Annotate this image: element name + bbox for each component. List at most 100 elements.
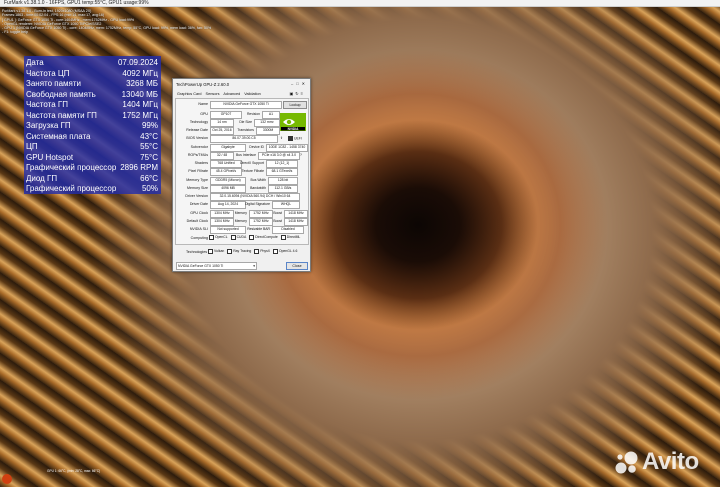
stat-value: 13040 МБ [121, 89, 158, 99]
default-memory-value: 1752 MHz [249, 218, 273, 226]
window-controls: –□✕ [291, 81, 308, 86]
stat-row: Графический процессор 2896 RPM [26, 162, 158, 173]
boost-clock-label: Boost [273, 211, 282, 215]
stat-value: 4092 МГц [122, 68, 158, 78]
stat-label: Графический процессор [26, 163, 117, 172]
share-icon[interactable]: ⇪ [280, 136, 283, 140]
stat-label: GPU Hotspot [26, 152, 74, 162]
technology-item: OpenGL 4.6 [273, 249, 297, 254]
die-size-value: 132 mm² [254, 119, 280, 127]
menu-icon[interactable]: ≡ [301, 91, 305, 96]
release-date-label: Release Date [186, 128, 208, 132]
driver-version-label: Driver Version [185, 194, 208, 198]
stat-row: GPU Hotspot 75°C [26, 152, 158, 163]
directx-label: DirectX Support [240, 161, 264, 165]
close-button[interactable]: Close [286, 262, 308, 270]
stat-value: 75°C [140, 152, 158, 162]
graphics-card-panel: Name NVIDIA GeForce GTX 1050 Ti Lookup G… [175, 98, 309, 245]
stat-label: Системная плата [26, 131, 91, 141]
stat-label: Графический процессор [26, 184, 117, 193]
uefi-label: UEFI [294, 136, 302, 141]
tab-sensors[interactable]: Sensors [206, 92, 220, 96]
stat-value: 1752 МГц [122, 110, 158, 120]
nvidia-sli-value: Not supported [210, 226, 246, 234]
help-icon[interactable]: ? [300, 153, 302, 157]
driver-version-value: 32.0.15.6094 (NVIDIA 560.94) DCH / Win10… [210, 193, 300, 201]
default-clock-value: 1304 MHz [210, 218, 234, 226]
sensor-overlay: Дата 07.09.2024 Частота ЦП 4092 МГц Занято… [24, 56, 161, 194]
driver-date-value: Aug 14, 2024 [210, 201, 246, 209]
bus-interface-label: Bus Interface [236, 153, 256, 157]
nvidia-sli-label: NVIDIA SLI [189, 227, 208, 231]
memory-type-value: GDDR5 (Micron) [210, 177, 246, 185]
transistors-value: 3300M [256, 127, 280, 135]
computing-label: Computing [190, 236, 208, 240]
close-icon[interactable]: ✕ [302, 81, 308, 86]
bus-width-label: Bus Width [250, 178, 266, 182]
gpuz-title: TechPowerUp GPU-Z 2.60.0 [176, 82, 230, 87]
transistors-label: Transistors [237, 128, 254, 132]
osd-line: - GPU 1 (NVIDIA GeForce GTX 1050 Ti) - c… [2, 26, 212, 31]
technology-item: PhysX [254, 249, 270, 254]
tab-advanced[interactable]: Advanced [223, 92, 240, 96]
rops-tmus-label: ROPs/TMUs [187, 153, 208, 157]
die-size-label: Die Size [239, 120, 252, 124]
technology-item: Ray Tracing [227, 249, 251, 254]
gpuz-tabs: Graphics Card Sensors Advanced Validatio… [177, 92, 264, 96]
stat-label: Частота ЦП [26, 68, 70, 78]
technologies-list: Vulkan Ray Tracing PhysX OpenGL 4.6 [208, 249, 299, 254]
bios-version-value: 86.07.39.00.C5 [210, 135, 278, 143]
technology-value: 14 nm [210, 119, 234, 127]
device-id-label: Device ID [249, 145, 264, 149]
computing-item: OpenCL [209, 235, 228, 240]
directx-value: 12 (12_1) [266, 160, 298, 168]
tab-graphics-card[interactable]: Graphics Card [177, 92, 201, 96]
bus-interface-value: PCIe x16 3.0 @ x4 3.0 [258, 152, 300, 160]
stat-row: ЦП 55°C [26, 141, 158, 152]
technologies-label: Technologies [186, 250, 207, 254]
stat-value: 66°C [140, 173, 158, 183]
stat-row: Частота памяти ГП 1752 МГц [26, 110, 158, 121]
subvendor-value: Gigabyte [210, 144, 246, 152]
resizable-bar-value: Disabled [272, 226, 304, 234]
memory-size-value: 4096 MB [210, 185, 246, 193]
memory-size-label: Memory Size [187, 186, 208, 190]
computing-list: OpenCL CUDA DirectCompute DirectML [209, 235, 302, 240]
stat-value: 99% [141, 121, 158, 130]
stat-label: Диод ГП [26, 173, 58, 183]
stat-row: Диод ГП 66°C [26, 173, 158, 184]
osd-line: - F1: toggle help [2, 30, 28, 35]
pixel-fillrate-label: Pixel Fillrate [188, 169, 208, 173]
technology-label: Technology [189, 120, 208, 124]
app-logo-icon [2, 474, 12, 484]
lookup-button[interactable]: Lookup [283, 101, 307, 109]
stat-row: Занято памяти 3268 МБ [26, 78, 158, 89]
memory-type-label: Memory Type [186, 178, 208, 182]
gpu-select-dropdown[interactable]: NVIDIA GeForce GTX 1050 Ti ▾ [176, 262, 257, 270]
resizable-bar-label: Resizable BAR [247, 227, 270, 231]
uefi-checkbox: UEFI [288, 136, 302, 141]
pixel-fillrate-value: 45.4 GPixel/s [210, 168, 242, 176]
name-label: Name [198, 102, 208, 106]
gpuz-toolbar: ▣↻≡ [290, 91, 305, 96]
bottom-temp-readout: GPU 1: 66°C, (min: 28°C, max: 66°C) [47, 469, 101, 473]
gpu-clock-label: GPU Clock [190, 211, 208, 215]
gpu-clock-value: 1304 MHz [210, 210, 234, 218]
texture-fillrate-value: 68.1 GTexel/s [266, 168, 298, 176]
memory-clock-value: 1752 MHz [249, 210, 273, 218]
stat-value: 55°C [140, 142, 158, 151]
gpu-value: GP107 [210, 111, 242, 119]
stat-value: 2896 RPM [120, 163, 158, 172]
computing-item: DirectCompute [249, 235, 278, 240]
furmark-osd: FurMark v1.38.1.0 - Burn-in test, 1920x1… [2, 9, 211, 35]
stat-value: 43°C [140, 131, 158, 141]
default-memory-label: Memory [234, 219, 247, 223]
stat-row: Загрузка ГП 99% [26, 120, 158, 131]
tab-validation[interactable]: Validation [244, 92, 260, 96]
memory-clock-label: Memory [234, 211, 247, 215]
stat-row: Частота ГП 1404 МГц [26, 99, 158, 110]
stat-row: Свободная память 13040 МБ [26, 89, 158, 100]
stat-value: 1404 МГц [122, 100, 158, 109]
stat-row: Системная плата 43°C [26, 131, 158, 142]
computing-item: CUDA [230, 235, 246, 240]
